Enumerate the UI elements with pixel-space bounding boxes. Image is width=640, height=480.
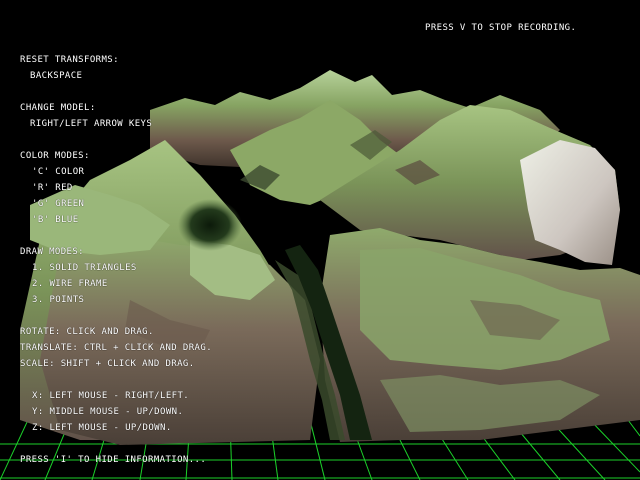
axis-help: X: LEFT MOUSE - RIGHT/LEFT. bbox=[32, 391, 190, 401]
change-model-keys: RIGHT/LEFT ARROW KEYS bbox=[30, 119, 153, 129]
translate-help: TRANSLATE: CTRL + CLICK AND DRAG. bbox=[20, 343, 213, 353]
color-mode-item: 'B' BLUE bbox=[32, 215, 79, 225]
scale-help: SCALE: SHIFT + CLICK AND DRAG. bbox=[20, 359, 195, 369]
color-modes-title: COLOR MODES: bbox=[20, 151, 90, 161]
color-mode-item: 'C' COLOR bbox=[32, 167, 85, 177]
draw-mode-item: 1. SOLID TRIANGLES bbox=[32, 263, 137, 273]
draw-mode-item: 3. POINTS bbox=[32, 295, 85, 305]
color-mode-item: 'R' RED bbox=[32, 183, 73, 193]
rotate-help: ROTATE: CLICK AND DRAG. bbox=[20, 327, 154, 337]
hide-info-hint: PRESS 'I' TO HIDE INFORMATION... bbox=[20, 455, 207, 465]
axis-help: Z: LEFT MOUSE - UP/DOWN. bbox=[32, 423, 172, 433]
reset-title: RESET TRANSFORMS: bbox=[20, 55, 119, 65]
axis-help: Y: MIDDLE MOUSE - UP/DOWN. bbox=[32, 407, 184, 417]
color-mode-item: 'G' GREEN bbox=[32, 199, 85, 209]
draw-modes-title: DRAW MODES: bbox=[20, 247, 85, 257]
reset-key: BACKSPACE bbox=[30, 71, 83, 81]
recording-notice: PRESS V TO STOP RECORDING. bbox=[425, 23, 577, 33]
draw-mode-item: 2. WIRE FRAME bbox=[32, 279, 108, 289]
change-model-title: CHANGE MODEL: bbox=[20, 103, 96, 113]
3d-viewport[interactable]: PRESS V TO STOP RECORDING. RESET TRANSFO… bbox=[0, 0, 640, 480]
